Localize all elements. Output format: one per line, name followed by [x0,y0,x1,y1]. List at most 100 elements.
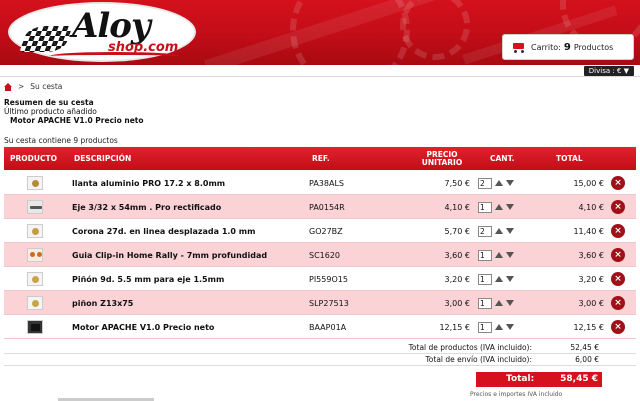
last-added-label: Último producto añadido [4,107,97,116]
vat-note: Precios e importes IVA incluido [470,391,563,398]
increase-arrow-icon[interactable] [495,276,503,282]
table-row: Corona 27d. en linea desplazada 1.0 mm G… [4,219,636,243]
column-header-description: DESCRIPCIÓN [74,154,132,163]
column-header-total: TOTAL [556,154,583,163]
quantity-input[interactable]: 2 [478,177,492,189]
unit-price: 12,15 € [439,322,470,332]
products-total-label: Total de productos (IVA incluido): [408,343,532,352]
quantity-input[interactable]: 1 [478,321,492,333]
checkered-flag-icon [19,26,73,52]
delete-item-icon[interactable]: × [611,224,625,238]
grand-total-value: 58,45 € [560,374,598,384]
quantity-input[interactable]: 1 [478,273,492,285]
cart-count: 9 [563,41,571,53]
decrease-arrow-icon[interactable] [506,252,514,258]
cart-summary-button[interactable]: Carrito: 9 Productos [502,34,634,60]
cart-count-text: Su cesta contiene 9 productos [4,136,118,145]
cart-table-header: PRODUCTO DESCRIPCIÓN REF. PRECIO UNITARI… [4,147,636,170]
line-total: 15,00 € [573,178,604,188]
product-description[interactable]: Motor APACHE V1.0 Precio neto [72,315,214,339]
product-ref: SC1620 [309,250,341,260]
cart-unit: Productos [573,42,614,52]
breadcrumb-current: Su cesta [30,82,63,91]
delete-item-icon[interactable]: × [611,248,625,262]
cart-summary: Resumen de su cesta Último producto añad… [4,98,144,125]
delete-item-icon[interactable]: × [611,320,625,334]
product-thumbnail[interactable] [27,200,43,214]
product-description[interactable]: Corona 27d. en linea desplazada 1.0 mm [72,219,255,243]
increase-arrow-icon[interactable] [495,300,503,306]
product-thumbnail[interactable] [27,224,43,238]
product-description[interactable]: piñon Z13x75 [72,291,133,315]
product-ref: BAAP01A [309,322,347,332]
decrease-arrow-icon[interactable] [506,276,514,282]
product-ref: PA38ALS [309,178,344,188]
table-row: piñon Z13x75 SLP27513 3,00 € 1 3,00 € × [4,291,636,315]
line-total: 4,10 € [578,202,604,212]
increase-arrow-icon[interactable] [495,180,503,186]
unit-price: 3,60 € [444,250,470,260]
table-row: Piñón 9d. 5.5 mm para eje 1.5mm PI559O15… [4,267,636,291]
product-thumbnail[interactable] [27,248,43,262]
increase-arrow-icon[interactable] [495,324,503,330]
product-thumbnail[interactable] [27,296,43,310]
column-header-product: PRODUCTO [10,154,57,163]
last-added-product: Motor APACHE V1.0 Precio neto [10,116,144,125]
line-total: 12,15 € [573,322,604,332]
summary-title: Resumen de su cesta [4,98,94,107]
table-row: Guia Clip-in Home Rally - 7mm profundida… [4,243,636,267]
quantity-input[interactable]: 1 [478,297,492,309]
product-thumbnail[interactable] [27,272,43,286]
product-ref: GO27BZ [309,226,343,236]
quantity-input[interactable]: 1 [478,249,492,261]
product-thumbnail[interactable] [27,320,43,334]
quantity-input[interactable]: 2 [478,225,492,237]
decrease-arrow-icon[interactable] [506,324,514,330]
column-header-unit-price: PRECIO UNITARIO [421,149,463,167]
decrease-arrow-icon[interactable] [506,300,514,306]
gear-decoration [400,0,470,60]
unit-price: 7,50 € [444,178,470,188]
product-ref: PA0154R [309,202,345,212]
product-description[interactable]: Eje 3/32 x 54mm . Pro rectificado [72,195,221,219]
product-ref: PI559O15 [309,274,348,284]
increase-arrow-icon[interactable] [495,252,503,258]
line-total: 11,40 € [573,226,604,236]
cart-label: Carrito: [531,42,561,52]
site-logo[interactable]: Aloy shop.com [8,2,196,62]
table-row: Motor APACHE V1.0 Precio neto BAAP01A 12… [4,315,636,339]
decrease-arrow-icon[interactable] [506,204,514,210]
top-bar: Divisa : € ▼ [0,65,640,77]
logo-subtext: shop.com [108,40,179,55]
unit-price: 4,10 € [444,202,470,212]
shipping-total-row: Total de envío (IVA incluido): 6,00 € [4,354,636,366]
delete-item-icon[interactable]: × [611,272,625,286]
decrease-arrow-icon[interactable] [506,228,514,234]
delete-item-icon[interactable]: × [611,200,625,214]
breadcrumb-separator: > [18,82,25,91]
grand-total-label: Total: [506,374,535,384]
product-description[interactable]: Piñón 9d. 5.5 mm para eje 1.5mm [72,267,224,291]
product-description[interactable]: llanta aluminio PRO 17.2 x 8.0mm [72,171,225,195]
column-header-quantity: CANT. [490,154,515,163]
shipping-total-value: 6,00 € [575,355,599,364]
decrease-arrow-icon[interactable] [506,180,514,186]
quantity-input[interactable]: 1 [478,201,492,213]
product-ref: SLP27513 [309,298,349,308]
home-icon[interactable] [4,82,12,91]
cart-totals: Total de productos (IVA incluido): 52,45… [4,342,636,366]
increase-arrow-icon[interactable] [495,204,503,210]
line-total: 3,60 € [578,250,604,260]
line-total: 3,20 € [578,274,604,284]
currency-selector[interactable]: Divisa : € ▼ [583,66,634,76]
product-thumbnail[interactable] [27,176,43,190]
shipping-total-label: Total de envío (IVA incluido): [425,355,532,364]
delete-item-icon[interactable]: × [611,176,625,190]
unit-price: 3,20 € [444,274,470,284]
cart-icon [511,41,525,53]
delete-item-icon[interactable]: × [611,296,625,310]
unit-price: 5,70 € [444,226,470,236]
breadcrumb: > Su cesta [4,82,62,91]
product-description[interactable]: Guia Clip-in Home Rally - 7mm profundida… [72,243,267,267]
increase-arrow-icon[interactable] [495,228,503,234]
